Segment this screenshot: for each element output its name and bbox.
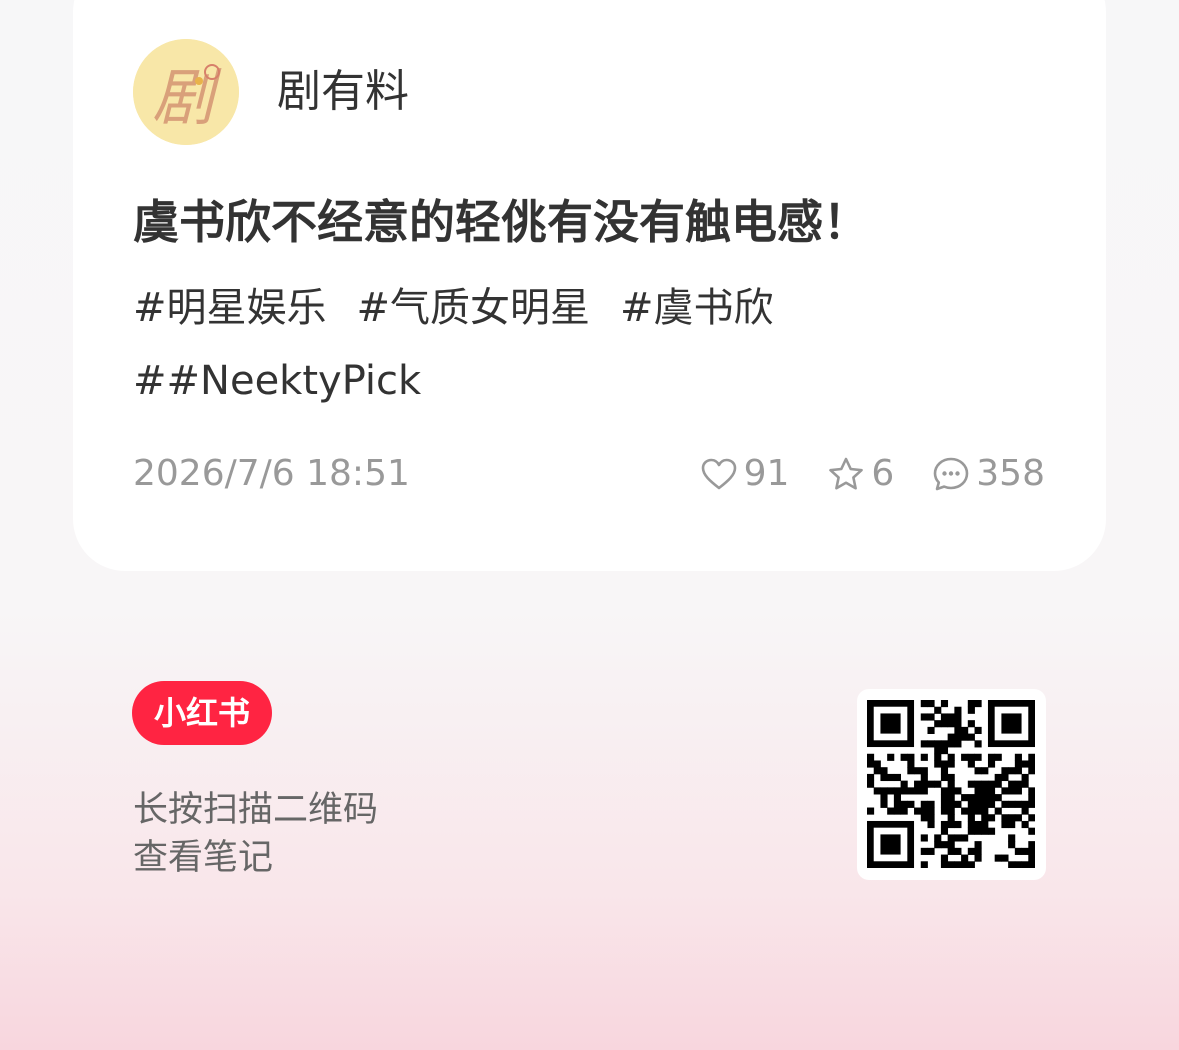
avatar-logo: 剧: [133, 39, 239, 145]
post-title: 虞书欣不经意的轻佻有没有触电感！: [133, 195, 869, 249]
tag[interactable]: #虞书欣: [620, 282, 774, 334]
qr-code[interactable]: [857, 689, 1046, 880]
xiaohongshu-logo: 小红书: [132, 681, 272, 745]
heart-icon: [701, 458, 736, 490]
tag[interactable]: ##NeektyPick: [133, 355, 421, 407]
tags-row-1: #明星娱乐 #气质女明星 #虞书欣: [133, 282, 774, 334]
like-stat[interactable]: 91: [700, 452, 790, 496]
scan-hint-line-2: 查看笔记: [133, 838, 274, 878]
qr-code-image: [867, 700, 1035, 868]
author-name[interactable]: 剧有料: [277, 64, 409, 120]
tags-row-2: ##NeektyPick: [133, 355, 421, 407]
author-avatar[interactable]: 剧: [133, 39, 239, 145]
scan-hint-line-1: 长按扫描二维码: [133, 790, 379, 830]
like-count: 91: [743, 453, 790, 494]
star-icon: [829, 457, 864, 490]
collect-stat[interactable]: 6: [827, 452, 894, 496]
tag[interactable]: #气质女明星: [357, 282, 591, 334]
comment-stat[interactable]: 358: [932, 452, 1045, 496]
tag[interactable]: #明星娱乐: [133, 282, 327, 334]
comment-count: 358: [976, 453, 1045, 494]
collect-count: 6: [871, 453, 895, 494]
stats-bar: 91 6 358: [700, 452, 1045, 496]
comment-icon: [933, 457, 969, 491]
svg-text:剧: 剧: [152, 61, 222, 134]
post-time: 2026/7/6 18:51: [133, 453, 410, 494]
